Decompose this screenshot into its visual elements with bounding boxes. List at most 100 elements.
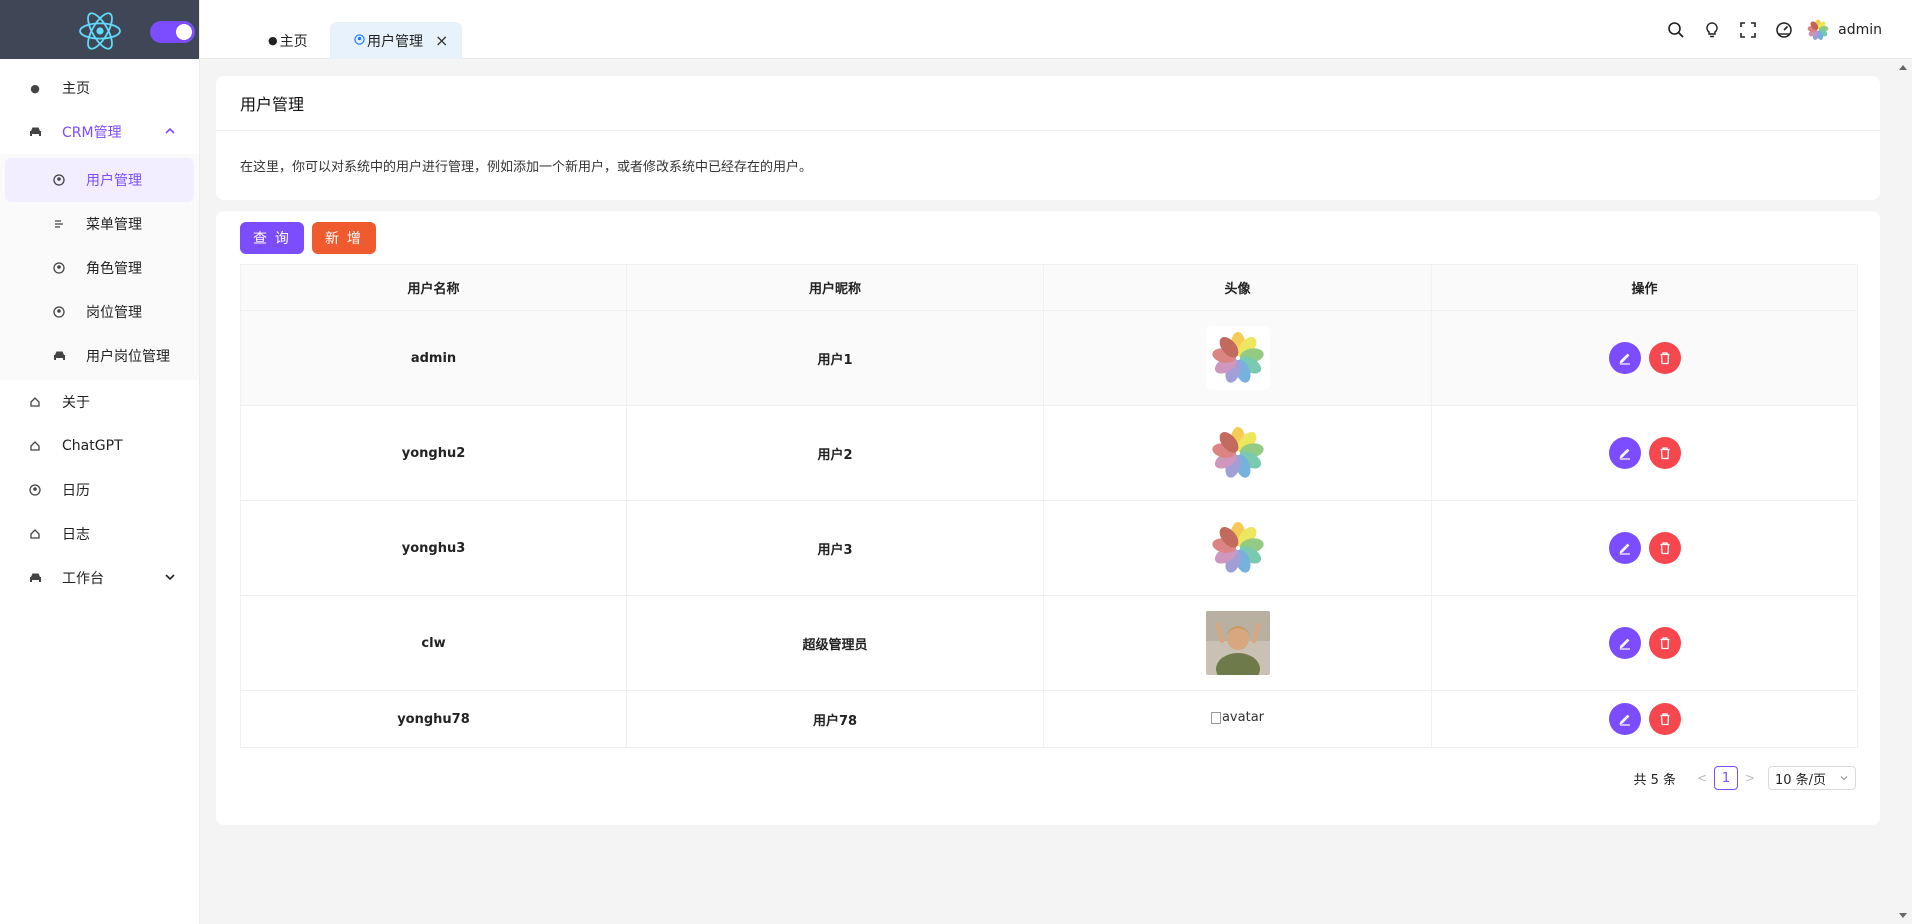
table-row: yonghu78 用户78 avatar — [240, 690, 1858, 748]
edit-button[interactable] — [1608, 532, 1641, 564]
user-table: 用户名称 用户昵称 头像 操作 admin 用户1 yonghu2 用户2 yo… — [240, 264, 1858, 748]
car-icon — [28, 125, 42, 139]
delete-button[interactable] — [1648, 342, 1681, 374]
edit-button[interactable] — [1608, 703, 1641, 735]
delete-button[interactable] — [1648, 703, 1681, 735]
home-icon — [28, 395, 42, 409]
trash-icon — [1660, 713, 1669, 726]
sidebar-item-label: 用户管理 — [86, 173, 142, 189]
trash-icon — [1660, 447, 1669, 460]
avatar-cell: avatar — [1043, 690, 1432, 748]
actions-cell — [1431, 310, 1858, 406]
scroll-up-icon[interactable] — [1899, 65, 1907, 70]
sidebar-item-label: 日历 — [62, 483, 90, 499]
username-cell: admin — [240, 310, 627, 406]
edit-button[interactable] — [1608, 437, 1641, 469]
sidebar-item-label: 用户岗位管理 — [86, 349, 170, 365]
trash-icon — [1660, 352, 1669, 365]
username: admin — [1838, 21, 1882, 38]
top-toolbar: admin — [1658, 0, 1912, 59]
car-icon — [28, 571, 42, 585]
username-cell: clw — [240, 595, 627, 691]
edit-icon — [1618, 714, 1630, 726]
sidebar-item-label: ChatGPT — [62, 438, 123, 454]
lightbulb-icon[interactable] — [1694, 12, 1730, 48]
table-row: clw 超级管理员 — [240, 595, 1858, 691]
edit-icon — [1618, 638, 1630, 650]
user-menu[interactable]: admin — [1806, 18, 1882, 42]
table-header-row: 用户名称 用户昵称 头像 操作 — [240, 264, 1858, 311]
close-icon[interactable]: × — [435, 31, 448, 50]
column-header: 用户昵称 — [626, 264, 1044, 311]
delete-button[interactable] — [1648, 627, 1681, 659]
column-header: 操作 — [1431, 264, 1858, 311]
avatar-cell — [1043, 310, 1432, 406]
edit-button[interactable] — [1608, 342, 1641, 374]
crm-submenu: 用户管理 菜单管理 角色管理 岗位管理 用户岗位管理 — [0, 154, 199, 380]
home-icon — [28, 527, 42, 541]
trash-icon — [1660, 542, 1669, 555]
sidebar: ● 主页 CRM管理 用户管理 菜单管理 角色管理 岗位管理 用户岗位管理 关于… — [0, 0, 200, 924]
sidebar-item-user-position-management[interactable]: 用户岗位管理 — [0, 334, 199, 378]
flower-avatar-image — [1205, 326, 1270, 390]
sidebar-item-crm[interactable]: CRM管理 — [0, 110, 199, 154]
table-row: yonghu3 用户3 — [240, 500, 1858, 596]
page-scrollbar[interactable] — [1895, 59, 1912, 924]
tab-label: 主页 — [279, 33, 308, 50]
user-circle-icon — [28, 483, 42, 497]
search-icon[interactable] — [1658, 12, 1694, 48]
tab-user-management[interactable]: 用户管理 × — [330, 22, 462, 59]
home-icon — [28, 439, 42, 453]
scroll-down-icon[interactable] — [1899, 913, 1907, 918]
add-button[interactable]: 新 增 — [312, 222, 376, 254]
sidebar-item-label: 菜单管理 — [86, 217, 142, 233]
page-size-value: 10 条/页 — [1775, 772, 1827, 788]
sidebar-item-home[interactable]: ● 主页 — [0, 66, 199, 110]
delete-button[interactable] — [1648, 437, 1681, 469]
sidebar-item-log[interactable]: 日志 — [0, 512, 199, 556]
prev-page-icon[interactable]: < — [1694, 771, 1710, 785]
actions-cell — [1431, 405, 1858, 501]
avatar-cell — [1043, 595, 1432, 691]
dashboard-gauge-icon[interactable] — [1766, 12, 1802, 48]
actions-cell — [1431, 690, 1858, 748]
fullscreen-icon[interactable] — [1730, 12, 1766, 48]
sidebar-item-menu-management[interactable]: 菜单管理 — [0, 202, 199, 246]
sidebar-item-about[interactable]: 关于 — [0, 380, 199, 424]
avatar-cell — [1043, 405, 1432, 501]
page-number[interactable]: 1 — [1714, 766, 1738, 790]
sidebar-item-label: 角色管理 — [86, 261, 142, 277]
broken-avatar-image: avatar — [1210, 710, 1264, 725]
nickname-cell: 超级管理员 — [626, 595, 1044, 691]
top-bar: ● 主页 用户管理 × admin — [200, 0, 1912, 59]
broken-image-icon — [1210, 711, 1221, 724]
nickname-cell: 用户3 — [626, 500, 1044, 596]
sidebar-menu: ● 主页 CRM管理 用户管理 菜单管理 角色管理 岗位管理 用户岗位管理 关于… — [0, 59, 199, 600]
sidebar-item-calendar[interactable]: 日历 — [0, 468, 199, 512]
edit-icon — [1618, 353, 1630, 365]
sidebar-item-position-management[interactable]: 岗位管理 — [0, 290, 199, 334]
user-circle-icon — [354, 33, 365, 48]
react-logo-icon — [79, 12, 121, 50]
table-row: yonghu2 用户2 — [240, 405, 1858, 501]
chevron-up-icon — [165, 127, 175, 134]
user-table-card: 查 询 新 增 用户名称 用户昵称 头像 操作 admin 用户1 yonghu… — [216, 211, 1880, 825]
sidebar-item-workbench[interactable]: 工作台 — [0, 556, 199, 600]
sidebar-item-chatgpt[interactable]: ChatGPT — [0, 424, 199, 468]
username-cell: yonghu3 — [240, 500, 627, 596]
column-header: 头像 — [1043, 264, 1432, 311]
next-page-icon[interactable]: > — [1742, 771, 1758, 785]
tab-home[interactable]: ● 主页 — [268, 22, 308, 59]
sidebar-item-user-management[interactable]: 用户管理 — [5, 158, 194, 202]
edit-icon — [1618, 543, 1630, 555]
username-cell: yonghu2 — [240, 405, 627, 501]
user-circle-icon — [52, 261, 66, 275]
theme-toggle[interactable] — [150, 21, 195, 43]
sidebar-item-role-management[interactable]: 角色管理 — [0, 246, 199, 290]
child-photo-avatar-image — [1205, 611, 1270, 675]
page-size-select[interactable]: 10 条/页 — [1768, 766, 1856, 790]
delete-button[interactable] — [1648, 532, 1681, 564]
query-button[interactable]: 查 询 — [240, 222, 304, 254]
edit-button[interactable] — [1608, 627, 1641, 659]
sidebar-item-label: 关于 — [62, 395, 90, 411]
